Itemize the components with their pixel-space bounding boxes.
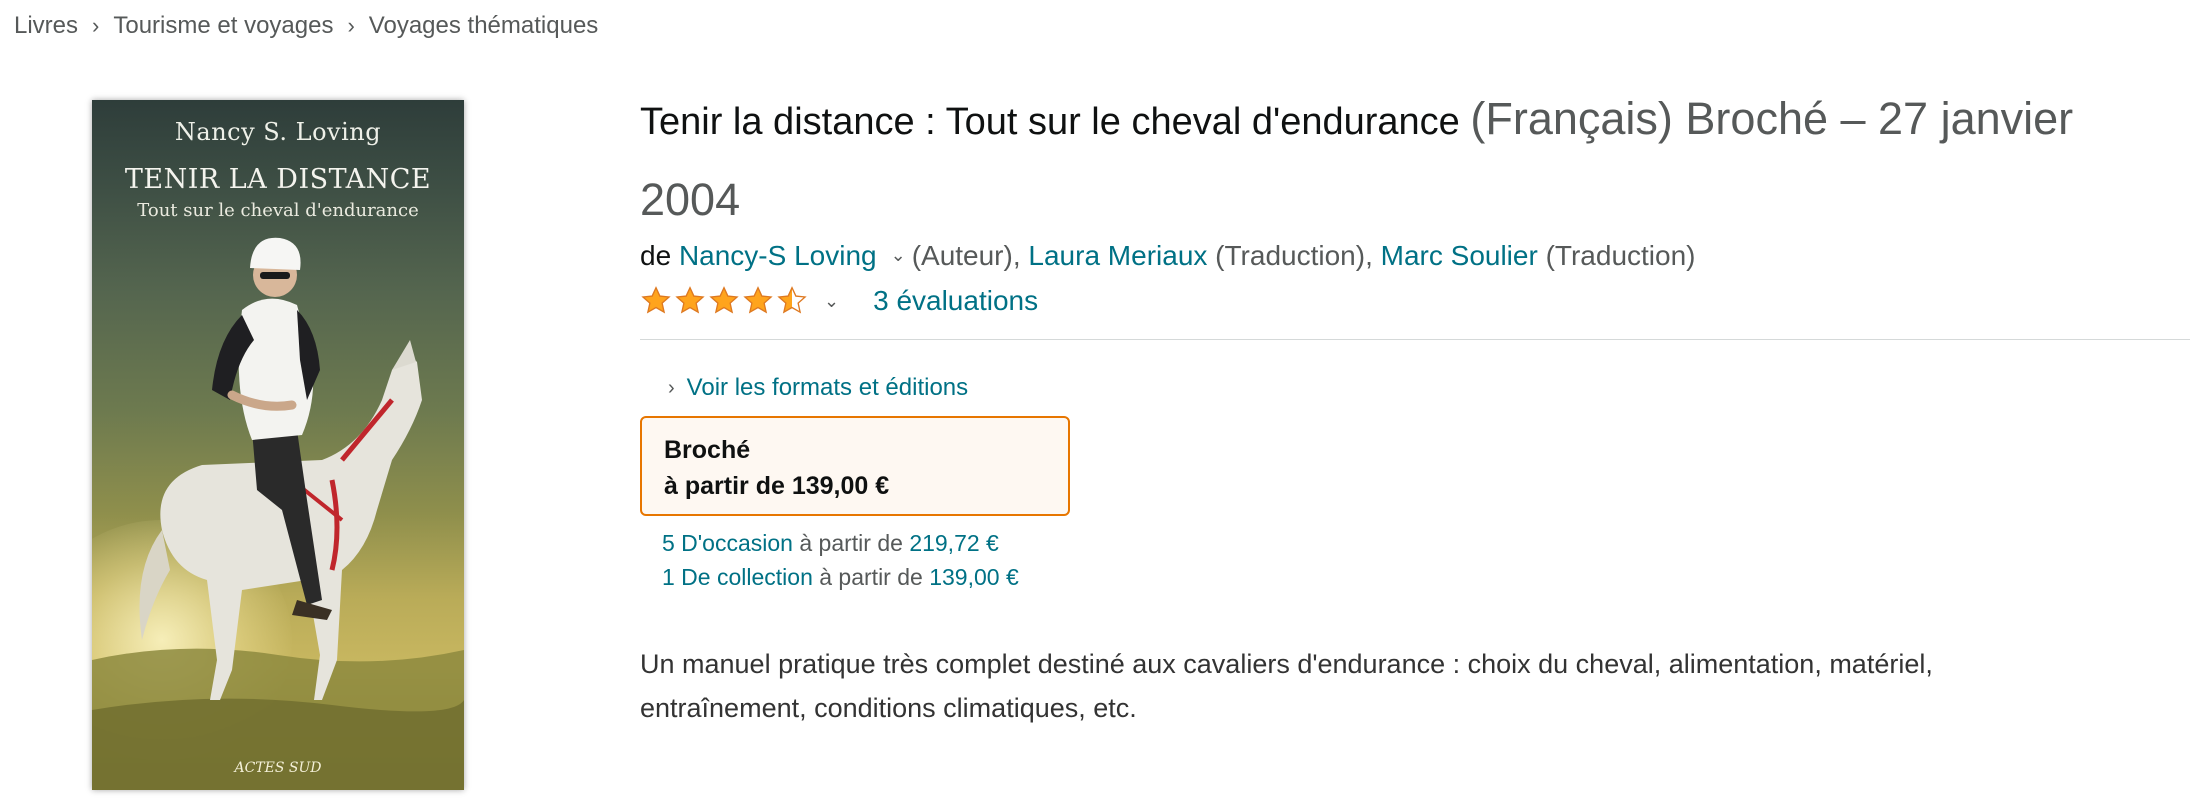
see-formats-link[interactable]: › Voir les formats et éditions: [668, 374, 2180, 402]
offer-used-link[interactable]: 5 D'occasion: [662, 530, 793, 556]
offer-from-label: à partir de: [819, 564, 923, 590]
star-rating[interactable]: [640, 285, 810, 317]
star-icon: [743, 286, 773, 314]
offer-collectible-link[interactable]: 1 De collection: [662, 564, 813, 590]
chevron-right-icon: ›: [347, 13, 355, 38]
chevron-right-icon: ›: [668, 376, 675, 399]
author-role: (Auteur),: [911, 240, 1021, 271]
product-title: Tenir la distance : Tout sur le cheval d…: [640, 80, 2180, 242]
half-star-icon: [777, 286, 807, 314]
offer-from-label: à partir de: [799, 530, 903, 556]
star-icon: [675, 286, 705, 314]
format-price: à partir de 139,00 €: [664, 472, 890, 500]
author-role: (Traduction),: [1215, 240, 1373, 271]
chevron-down-icon[interactable]: ⌄: [891, 236, 906, 274]
format-name: Broché: [664, 436, 751, 464]
cover-author: Nancy S. Loving: [174, 118, 382, 146]
cover-subtitle: Tout sur le cheval d'endurance: [137, 200, 419, 221]
byline-prefix: de: [640, 240, 672, 271]
offer-collectible-price[interactable]: 139,00 €: [929, 564, 1019, 590]
author-link-laura-meriaux[interactable]: Laura Meriaux: [1028, 240, 1207, 271]
star-icon: [709, 286, 739, 314]
product-page: Livres › Tourisme et voyages › Voyages t…: [0, 0, 2194, 800]
breadcrumb-item-voyages-thematiques[interactable]: Voyages thématiques: [369, 10, 599, 42]
byline: de Nancy-S Loving ⌄ (Auteur), Laura Meriau…: [640, 236, 2180, 275]
divider: [640, 339, 2190, 340]
ratings-count-link[interactable]: 3 évaluations: [873, 285, 1038, 317]
product-info: Tenir la distance : Tout sur le cheval d…: [640, 80, 2190, 730]
chevron-right-icon: ›: [92, 13, 100, 38]
format-option-broche[interactable]: Broché à partir de 139,00 €: [640, 416, 1070, 516]
cover-title: TENIR LA DISTANCE: [124, 164, 432, 195]
star-icon: [641, 286, 671, 314]
offer-used-price[interactable]: 219,72 €: [909, 530, 999, 556]
product-description: Un manuel pratique très complet destiné …: [640, 649, 1933, 723]
offer-collectible: 1 De collection à partir de 139,00 €: [662, 560, 2180, 594]
author-link-nancy-loving[interactable]: Nancy-S Loving: [679, 240, 877, 271]
product-title-main: Tenir la distance : Tout sur le cheval d…: [640, 101, 1460, 143]
book-cover-image[interactable]: Nancy S. Loving TENIR LA DISTANCE Tout s…: [92, 100, 464, 790]
breadcrumb: Livres › Tourisme et voyages › Voyages t…: [14, 10, 598, 42]
rating-row: ⌄ 3 évaluations: [640, 279, 2180, 323]
author-role: (Traduction): [1545, 240, 1696, 271]
breadcrumb-item-tourisme[interactable]: Tourisme et voyages: [113, 10, 333, 42]
see-formats-label: Voir les formats et éditions: [686, 374, 969, 401]
breadcrumb-item-livres[interactable]: Livres: [14, 10, 78, 42]
chevron-down-icon[interactable]: ⌄: [824, 291, 839, 312]
offers-list: 5 D'occasion à partir de 219,72 € 1 De c…: [662, 526, 2180, 594]
author-link-marc-soulier[interactable]: Marc Soulier: [1381, 240, 1538, 271]
cover-publisher-logo: ACTES SUD: [234, 760, 322, 776]
offer-used: 5 D'occasion à partir de 219,72 €: [662, 526, 2180, 560]
